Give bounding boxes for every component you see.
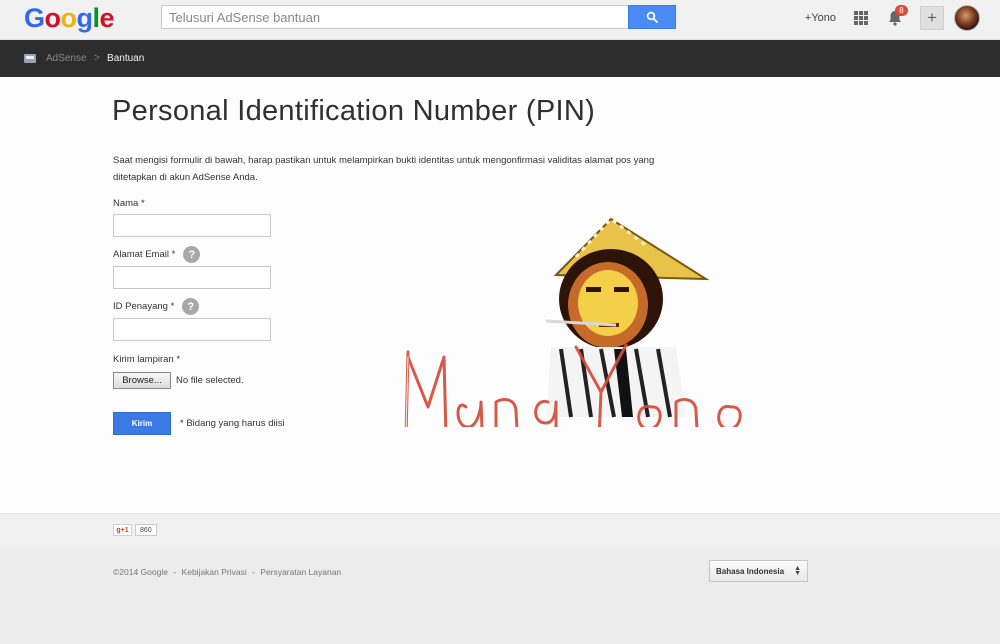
help-icon[interactable]: ? (182, 298, 200, 315)
apps-grid-icon[interactable] (854, 11, 868, 25)
main-content: Personal Identification Number (PIN) Saa… (0, 77, 1000, 513)
page-title: Personal Identification Number (PIN) (112, 95, 596, 127)
copyright-text: ©2014 Google (113, 567, 168, 577)
language-select[interactable]: Bahasa Indonesia ▲ ▼ (709, 560, 808, 582)
attachment-label: Kirim lampiran * (113, 354, 180, 365)
avatar[interactable] (954, 5, 980, 31)
terms-of-service-link[interactable]: Persyaratan Layanan (260, 567, 341, 577)
search-icon (646, 11, 658, 23)
logo-letter: g (76, 3, 94, 33)
plus-icon: + (927, 8, 937, 27)
select-arrows-icon: ▲ ▼ (794, 565, 801, 577)
name-label-text: Nama * (113, 198, 145, 209)
name-field[interactable] (113, 214, 271, 237)
logo-letter: l (92, 3, 101, 33)
product-nav-bar: AdSense > Bantuan (0, 40, 1000, 77)
browse-file-button[interactable]: Browse... (113, 372, 171, 389)
google-top-bar: Google +Yono 8 + (0, 0, 1000, 40)
email-label-text: Alamat Email * (113, 249, 176, 260)
email-field[interactable] (113, 266, 271, 289)
footer-separator: - (173, 567, 177, 577)
privacy-policy-link[interactable]: Kebijakan Privasi (182, 567, 247, 577)
google-plus-one-button[interactable]: g+1 (113, 524, 132, 536)
footer-separator: - (252, 567, 255, 577)
publisher-id-label-text: ID Penayang * (113, 301, 175, 312)
footer: ©2014 Google - Kebijakan Privasi - Persy… (0, 549, 1000, 644)
logo-letter: G (24, 3, 45, 33)
help-icon[interactable]: ? (183, 246, 201, 263)
name-label: Nama * (113, 198, 145, 209)
plus-one-count: 860 (135, 524, 157, 536)
language-select-value: Bahasa Indonesia (716, 566, 785, 576)
logo-letter: e (99, 3, 115, 33)
search-box (161, 5, 676, 29)
file-status-text: No file selected. (176, 375, 244, 386)
required-fields-note: * Bidang yang harus diisi (180, 418, 285, 429)
search-button[interactable] (628, 5, 676, 29)
search-input[interactable] (161, 5, 629, 29)
share-button[interactable]: + (920, 6, 944, 30)
publisher-id-label: ID Penayang * ? (113, 298, 200, 315)
notification-count-badge: 8 (895, 5, 908, 16)
plus-user-link[interactable]: +Yono (805, 12, 836, 24)
social-bar: g+1 860 (0, 513, 1000, 549)
account-area: +Yono 8 + (805, 4, 980, 32)
form-intro-text: Saat mengisi formulir di bawah, harap pa… (113, 155, 655, 183)
breadcrumb-bantuan-link[interactable]: Bantuan (107, 53, 144, 64)
chevron-right-icon: > (93, 52, 101, 64)
submit-button[interactable]: Kirim (113, 412, 171, 435)
mangyono-watermark-image (404, 217, 742, 427)
logo-letter: o (44, 3, 62, 33)
google-logo[interactable]: Google (24, 3, 115, 34)
breadcrumb: AdSense > Bantuan (24, 52, 144, 64)
adsense-icon (24, 53, 36, 63)
breadcrumb-adsense-link[interactable]: AdSense (46, 53, 87, 64)
publisher-id-field[interactable] (113, 318, 271, 341)
footer-links: ©2014 Google - Kebijakan Privasi - Persy… (113, 567, 341, 577)
attachment-label-text: Kirim lampiran * (113, 354, 181, 365)
notifications-button[interactable]: 8 (886, 5, 908, 27)
email-label: Alamat Email * ? (113, 246, 201, 263)
logo-letter: o (60, 3, 78, 33)
